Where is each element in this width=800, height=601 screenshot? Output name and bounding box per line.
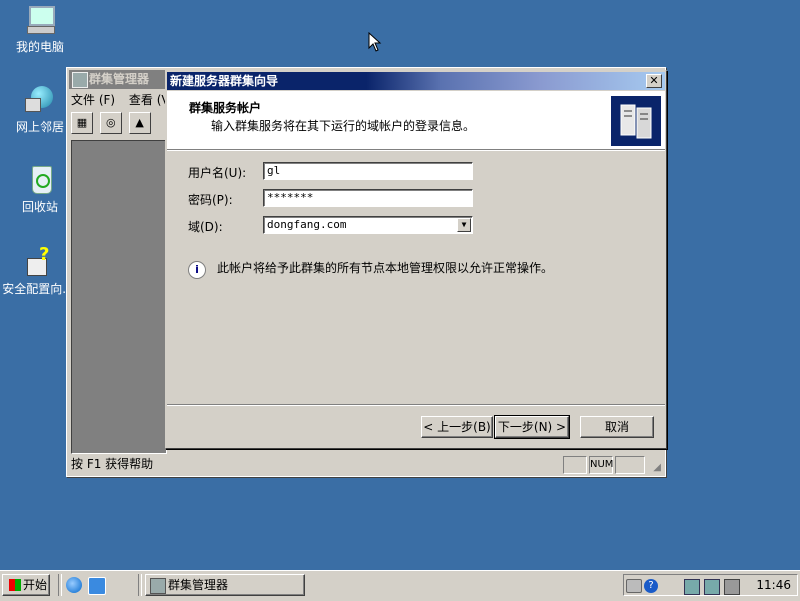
mouse-pointer-icon	[368, 32, 382, 52]
internet-explorer-icon[interactable]	[66, 577, 82, 593]
properties-icon[interactable]: ◎	[99, 112, 122, 134]
taskbar-separator	[58, 574, 62, 596]
cancel-button[interactable]: 取消	[580, 416, 654, 438]
header-subtitle: 输入群集服务将在其下运行的域帐户的登录信息。	[211, 119, 476, 133]
up-arrow-icon[interactable]: ▲	[128, 112, 151, 134]
system-tray: ? 11:46	[623, 574, 798, 596]
status-panel	[563, 456, 587, 474]
next-button[interactable]: 下一步(N) >	[494, 415, 570, 439]
resize-grip-icon[interactable]: ◢	[653, 458, 661, 478]
taskbar-item-cluster-admin[interactable]: 群集管理器	[145, 574, 305, 596]
volume-icon[interactable]	[724, 579, 740, 595]
computer-icon	[23, 4, 57, 36]
server-cluster-icon	[611, 96, 661, 146]
security-wizard-icon: ?	[21, 246, 55, 278]
taskbar-item-label: 群集管理器	[168, 578, 229, 592]
desktop-icon-label: 我的电脑	[15, 40, 64, 54]
info-text: 此帐户将给予此群集的所有节点本地管理权限以允许正常操作。	[217, 261, 554, 275]
domain-value: dongfang.com	[267, 218, 347, 231]
windows-logo-icon	[8, 579, 21, 591]
wizard-title: 新建服务器群集向导	[170, 74, 279, 88]
status-num-indicator: NUM	[589, 456, 613, 474]
window-title: 群集管理器	[89, 72, 150, 86]
desktop-shortcut-icon[interactable]	[88, 577, 106, 595]
network-globe-icon	[23, 84, 57, 116]
status-panel	[615, 456, 645, 474]
password-input[interactable]: *******	[263, 189, 473, 207]
status-help-text: 按 F1 获得帮助	[71, 457, 154, 471]
status-bar: 按 F1 获得帮助 NUM ◢	[69, 454, 663, 474]
wizard-header: 群集服务帐户 输入群集服务将在其下运行的域帐户的登录信息。	[167, 91, 665, 149]
network-status-icon[interactable]	[704, 579, 720, 595]
tree-pane[interactable]	[71, 140, 167, 454]
cluster-app-icon	[72, 72, 88, 88]
wizard-title-bar[interactable]: 新建服务器群集向导	[167, 72, 665, 90]
cluster-app-icon	[150, 578, 166, 594]
dropdown-arrow-icon[interactable]: ▼	[457, 218, 471, 232]
menu-view[interactable]: 查看 (V	[129, 93, 170, 107]
password-label: 密码(P):	[188, 193, 233, 207]
open-connection-icon[interactable]: ▦	[71, 112, 93, 134]
menu-bar: 文件 (F) 查看 (V	[71, 91, 180, 109]
desktop-icon-my-computer[interactable]: 我的电脑	[0, 4, 80, 55]
username-label: 用户名(U):	[188, 166, 247, 180]
help-icon[interactable]: ?	[644, 579, 658, 593]
new-cluster-wizard-dialog[interactable]: 新建服务器群集向导 ✕ 群集服务帐户 输入群集服务将在其下运行的域帐户的登录信息…	[165, 70, 667, 449]
taskbar: 开始 群集管理器 ? 11:46	[0, 570, 800, 601]
domain-label: 域(D):	[188, 220, 223, 234]
close-button[interactable]: ✕	[646, 74, 662, 88]
header-separator	[167, 149, 665, 151]
username-input[interactable]: gl	[263, 162, 473, 180]
start-button[interactable]: 开始	[2, 574, 50, 596]
footer-separator	[167, 404, 665, 406]
header-title: 群集服务帐户	[189, 101, 262, 115]
back-button[interactable]: < 上一步(B)	[421, 416, 493, 438]
domain-combobox[interactable]: dongfang.com ▼	[263, 216, 473, 234]
start-label: 开始	[22, 578, 47, 592]
info-icon: i	[188, 261, 206, 279]
clock[interactable]: 11:46	[756, 578, 791, 592]
menu-file[interactable]: 文件 (F)	[71, 93, 115, 107]
taskbar-separator	[138, 574, 142, 596]
recycle-bin-icon	[23, 164, 57, 196]
network-status-icon[interactable]	[684, 579, 700, 595]
